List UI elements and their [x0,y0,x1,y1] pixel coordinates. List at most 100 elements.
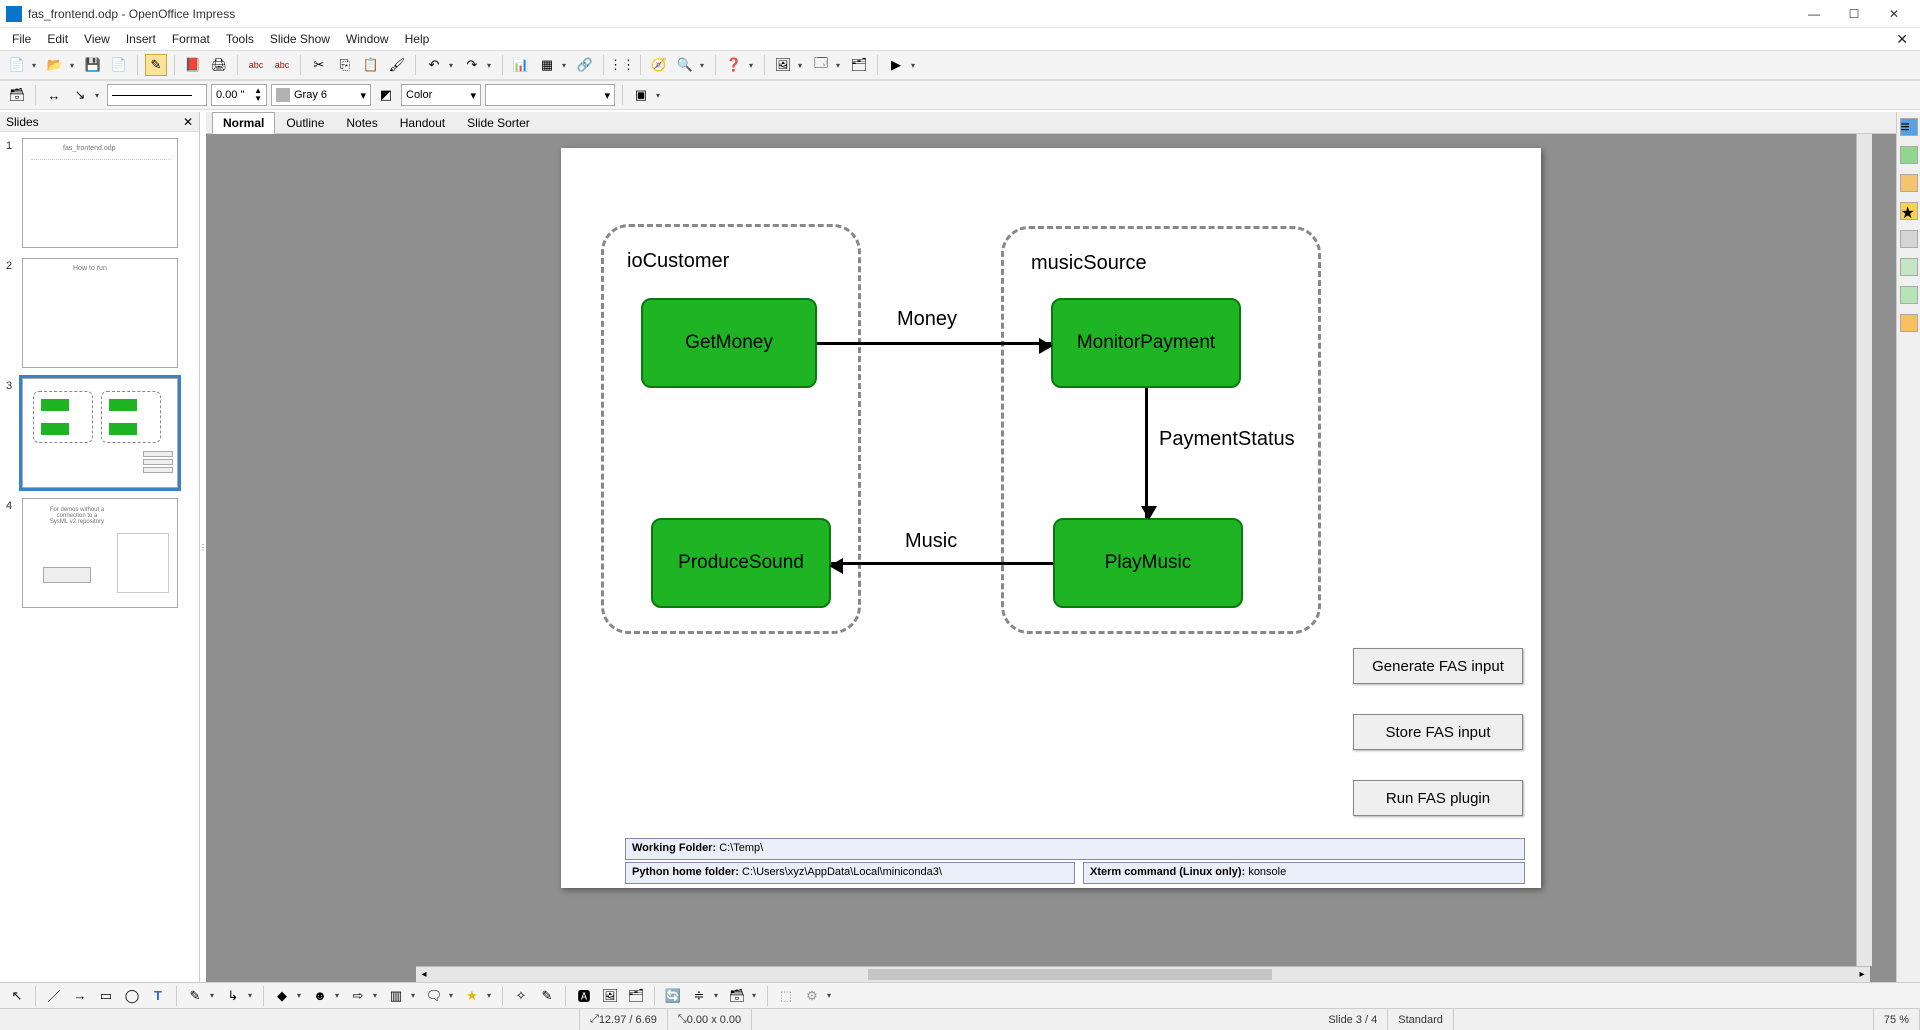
styles-task-icon[interactable] [1900,286,1918,304]
menu-file[interactable]: File [4,30,39,48]
slides-list[interactable]: 1 fas_frontend.odp 2 How to run 3 [0,132,199,982]
drawing-toolbar-overflow[interactable]: ▾ [827,991,835,1000]
ellipse-tool-button[interactable] [121,985,143,1007]
auto-spellcheck-button[interactable] [271,54,293,76]
copy-button[interactable] [334,54,356,76]
hyperlink-button[interactable] [574,54,596,76]
close-window-button[interactable]: ✕ [1874,2,1914,26]
points-edit-button[interactable]: ✧ [510,985,532,1007]
edge-money[interactable] [817,342,1051,345]
callouts-button[interactable]: 🗨 [423,985,445,1007]
gallery-button[interactable]: 🗂 [625,985,647,1007]
gluepoints-button[interactable]: ✎ [536,985,558,1007]
menu-format[interactable]: Format [164,30,218,48]
master-pages-task-icon[interactable] [1900,146,1918,164]
slide-canvas-viewport[interactable]: ioCustomer musicSource GetMoney MonitorP… [206,134,1896,982]
format-paintbrush-button[interactable]: 🖌 [386,54,408,76]
edge-paymentstatus[interactable] [1145,388,1148,518]
extrusion-button[interactable]: ⬚ [775,985,797,1007]
basic-shapes-button[interactable]: ◆ [271,985,293,1007]
slide-thumb-4[interactable]: 4 For demos without a connection to a Sy… [6,498,193,608]
gallery-task-icon[interactable] [1900,258,1918,276]
slide-canvas[interactable]: ioCustomer musicSource GetMoney MonitorP… [561,148,1541,888]
cut-button[interactable] [308,54,330,76]
line-fill-overflow[interactable]: ▾ [656,91,664,100]
table-button[interactable] [536,54,558,76]
chart-button[interactable] [510,54,532,76]
line-ends-button[interactable]: ↔ [43,84,65,106]
view-tab-handout[interactable]: Handout [389,112,456,134]
menu-help[interactable]: Help [397,30,438,48]
info-working-folder[interactable]: Working Folder: C:\Temp\ [625,838,1525,860]
select-tool-button[interactable] [6,985,28,1007]
menu-edit[interactable]: Edit [39,30,76,48]
block-arrows-button[interactable]: ⇨ [347,985,369,1007]
connector-tool-button[interactable]: ↳ [222,985,244,1007]
start-slideshow-button[interactable]: ▶ [885,54,907,76]
alignment-button[interactable]: ≑ [688,985,710,1007]
interaction-button[interactable]: ⚙ [801,985,823,1007]
minimize-button[interactable]: — [1794,2,1834,26]
edit-file-button[interactable]: ✎ [145,54,167,76]
curve-tool-button[interactable]: ✎ [184,985,206,1007]
view-tab-notes[interactable]: Notes [335,112,388,134]
node-playmusic[interactable]: PlayMusic [1053,518,1243,608]
area-style-button[interactable]: ◩ [375,84,397,106]
menu-slideshow[interactable]: Slide Show [262,30,338,48]
line-color-combo[interactable]: Gray 6 ▾ [271,84,371,106]
mail-button[interactable] [108,54,130,76]
open-button[interactable] [44,54,66,76]
animation-task-icon[interactable]: ★ [1900,202,1918,220]
menu-view[interactable]: View [76,30,118,48]
insert-slide-button[interactable]: 🖼 [772,54,794,76]
flowcharts-button[interactable]: ▥ [385,985,407,1007]
toolbar-overflow-button[interactable]: ▾ [749,61,757,70]
line-style-combo[interactable] [107,84,207,106]
node-getmoney[interactable]: GetMoney [641,298,817,388]
store-fas-input-button[interactable]: Store FAS input [1353,714,1523,750]
generate-fas-input-button[interactable]: Generate FAS input [1353,648,1523,684]
slide-design-button[interactable]: 🗔 [810,54,832,76]
grid-button[interactable] [611,54,633,76]
scroll-right-button[interactable]: ▸ [1854,967,1870,982]
scroll-left-button[interactable]: ◂ [416,967,432,982]
arrow-tool-button[interactable] [69,985,91,1007]
spellcheck-button[interactable] [245,54,267,76]
line-width-spinner[interactable]: 0.00 " ▲▼ [211,84,267,106]
arrow-style-button[interactable]: ↘ [69,84,91,106]
paste-button[interactable] [360,54,382,76]
help-button[interactable] [723,54,745,76]
close-document-button[interactable]: ✕ [1888,31,1916,48]
properties-task-icon[interactable]: ≡ [1900,118,1918,136]
fontwork-button[interactable]: 🅰 [573,985,595,1007]
save-button[interactable] [82,54,104,76]
info-python-home[interactable]: Python home folder: C:\Users\xyz\AppData… [625,862,1075,884]
transitions-task-icon[interactable] [1900,230,1918,248]
rectangle-tool-button[interactable] [95,985,117,1007]
status-zoom[interactable]: 75 % [1874,1009,1920,1030]
maximize-button[interactable]: ☐ [1834,2,1874,26]
layouts-task-icon[interactable] [1900,174,1918,192]
symbol-shapes-button[interactable]: ☻ [309,985,331,1007]
fill-mode-combo[interactable]: Color ▾ [401,84,481,106]
menu-window[interactable]: Window [338,30,397,48]
slide-layout-button[interactable]: 🗂 [848,54,870,76]
view-tab-slidesorter[interactable]: Slide Sorter [456,112,541,134]
redo-button[interactable] [461,54,483,76]
rotate-3d-button[interactable]: 🔄 [662,985,684,1007]
slide-thumb-3[interactable]: 3 [6,378,193,488]
view-tab-outline[interactable]: Outline [275,112,335,134]
node-producesound[interactable]: ProduceSound [651,518,831,608]
fill-value-combo[interactable]: ▾ [485,84,615,106]
node-monitorpayment[interactable]: MonitorPayment [1051,298,1241,388]
run-fas-plugin-button[interactable]: Run FAS plugin [1353,780,1523,816]
slide-thumb-2[interactable]: 2 How to run [6,258,193,368]
slide-thumb-1[interactable]: 1 fas_frontend.odp [6,138,193,248]
text-tool-button[interactable] [147,985,169,1007]
arrange-drawing-button[interactable]: 🗃 [726,985,748,1007]
h-scroll-thumb[interactable] [868,969,1272,980]
undo-button[interactable] [423,54,445,76]
from-file-button[interactable]: 🖼 [599,985,621,1007]
presentation-toolbar-overflow[interactable]: ▾ [911,61,919,70]
vertical-scrollbar[interactable] [1856,134,1872,966]
